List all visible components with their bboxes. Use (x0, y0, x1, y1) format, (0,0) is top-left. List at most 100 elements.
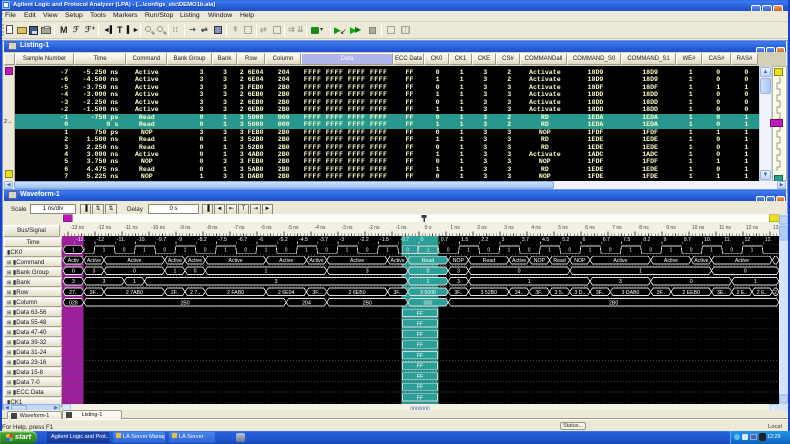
svg-text:7.5: 7.5 (623, 237, 630, 243)
svg-text:1: 1 (133, 279, 136, 285)
svg-text:-10 ns: -10 ns (151, 225, 165, 231)
svg-text:3: 3 (502, 237, 505, 243)
svg-text:FF: FF (417, 395, 424, 401)
svg-text:4 ns: 4 ns (531, 225, 541, 231)
svg-text:1: 1 (184, 248, 187, 254)
svg-text:-12.: -12. (76, 237, 85, 243)
svg-text:-6.7: -6.7 (238, 237, 247, 243)
svg-text:3 D..: 3 D.. (574, 290, 585, 296)
svg-text:-2 ns: -2 ns (368, 225, 380, 231)
svg-text:12 ns: 12 ns (746, 225, 759, 231)
svg-text:3: 3 (457, 269, 460, 275)
svg-text:-9.7: -9.7 (157, 237, 166, 243)
svg-text:-12 ns: -12 ns (97, 225, 111, 231)
svg-text:7 ns: 7 ns (612, 225, 622, 231)
svg-text:2 E..: 2 E.. (757, 290, 768, 296)
svg-text:-5.2: -5.2 (279, 237, 288, 243)
svg-text:0: 0 (568, 248, 571, 254)
svg-text:-12: -12 (97, 237, 105, 243)
svg-text:3F..: 3F.. (535, 290, 543, 296)
svg-text:-10.: -10. (137, 237, 146, 243)
svg-text:2 7AB0: 2 7AB0 (126, 290, 143, 296)
svg-text:-11 ns: -11 ns (124, 225, 138, 231)
svg-text:27..: 27.. (69, 290, 78, 296)
svg-text:3 52B0: 3 52B0 (481, 290, 498, 296)
svg-text:1: 1 (548, 248, 551, 254)
svg-text:-1 ns: -1 ns (395, 225, 407, 231)
svg-text:1: 1 (346, 248, 349, 254)
svg-text:-3 ns: -3 ns (341, 225, 353, 231)
svg-text:3 5..: 3 5.. (555, 290, 565, 296)
svg-text:1: 1 (427, 279, 430, 285)
svg-text:Active: Active (350, 258, 364, 264)
svg-text:0: 0 (204, 248, 207, 254)
svg-text:3 ns: 3 ns (504, 225, 514, 231)
svg-text:1: 1 (265, 248, 268, 254)
svg-text:1: 1 (427, 248, 430, 254)
svg-text:0: 0 (421, 237, 424, 243)
svg-text:1: 1 (751, 248, 754, 254)
svg-text:2: 2 (774, 290, 777, 296)
svg-text:6 ns: 6 ns (585, 225, 595, 231)
svg-text:2 FAB0: 2 FAB0 (227, 290, 244, 296)
svg-text:0: 0 (133, 269, 136, 275)
svg-text:2B0: 2B0 (180, 300, 189, 306)
svg-text:6.7: 6.7 (603, 237, 610, 243)
svg-text:Active: Active (168, 258, 182, 264)
svg-text:2 6EB0: 2 6EB0 (349, 290, 366, 296)
svg-text:0: 0 (744, 269, 747, 275)
svg-text:204: 204 (302, 300, 311, 306)
svg-text:2F..: 2F.. (171, 290, 179, 296)
svg-text:0: 0 (649, 248, 652, 254)
svg-text:Read: Read (422, 258, 435, 264)
svg-text:1: 1 (710, 248, 713, 254)
svg-text:0: 0 (730, 248, 733, 254)
svg-text:9 ns: 9 ns (666, 225, 676, 231)
svg-text:1.5: 1.5 (461, 237, 468, 243)
svg-text:0: 0 (123, 248, 126, 254)
svg-text:Active: Active (694, 258, 708, 264)
svg-text:11.: 11. (724, 237, 731, 243)
svg-text:Active: Active (664, 258, 678, 264)
svg-text:1: 1 (224, 248, 227, 254)
svg-text:0: 0 (487, 248, 490, 254)
svg-text:Active: Active (512, 258, 526, 264)
svg-text:1: 1 (629, 248, 632, 254)
svg-text:3F..: 3F.. (596, 290, 604, 296)
svg-text:1: 1 (72, 248, 75, 254)
svg-text:0: 0 (285, 248, 288, 254)
svg-text:1: 1 (143, 248, 146, 254)
svg-text:0: 0 (163, 248, 166, 254)
svg-text:10.: 10. (704, 237, 711, 243)
svg-text:Active: Active (188, 258, 202, 264)
svg-text:FF: FF (417, 321, 424, 327)
svg-text:Active: Active (391, 258, 405, 264)
svg-text:8 ns: 8 ns (639, 225, 649, 231)
svg-text:-4.5: -4.5 (299, 237, 308, 243)
svg-text:2 7..: 2 7.. (190, 290, 200, 296)
svg-text:-9 ns: -9 ns (179, 225, 191, 231)
svg-text:-0.7: -0.7 (400, 237, 409, 243)
svg-text:3F..: 3F.. (393, 290, 401, 296)
svg-text:0 s: 0 s (425, 225, 432, 231)
svg-text:0: 0 (244, 248, 247, 254)
svg-text:-11.: -11. (117, 237, 126, 243)
svg-text:FF: FF (417, 385, 424, 391)
svg-text:1: 1 (103, 248, 106, 254)
svg-text:1: 1 (305, 248, 308, 254)
svg-text:0: 0 (406, 248, 409, 254)
svg-text:3: 3 (92, 269, 95, 275)
svg-text:Active: Active (613, 258, 627, 264)
svg-text:FF: FF (417, 332, 424, 338)
svg-text:Read: Read (553, 258, 566, 264)
svg-text:-7 ns: -7 ns (233, 225, 245, 231)
svg-text:-7.5: -7.5 (218, 237, 227, 243)
svg-text:2B0: 2B0 (609, 300, 618, 306)
svg-text:3F..: 3F.. (312, 290, 320, 296)
svg-text:3: 3 (619, 279, 622, 285)
svg-text:9.7: 9.7 (684, 237, 691, 243)
svg-text:Read: Read (483, 258, 496, 264)
svg-text:0.7: 0.7 (441, 237, 448, 243)
svg-text:FF: FF (417, 364, 424, 370)
svg-text:Active: Active (279, 258, 293, 264)
